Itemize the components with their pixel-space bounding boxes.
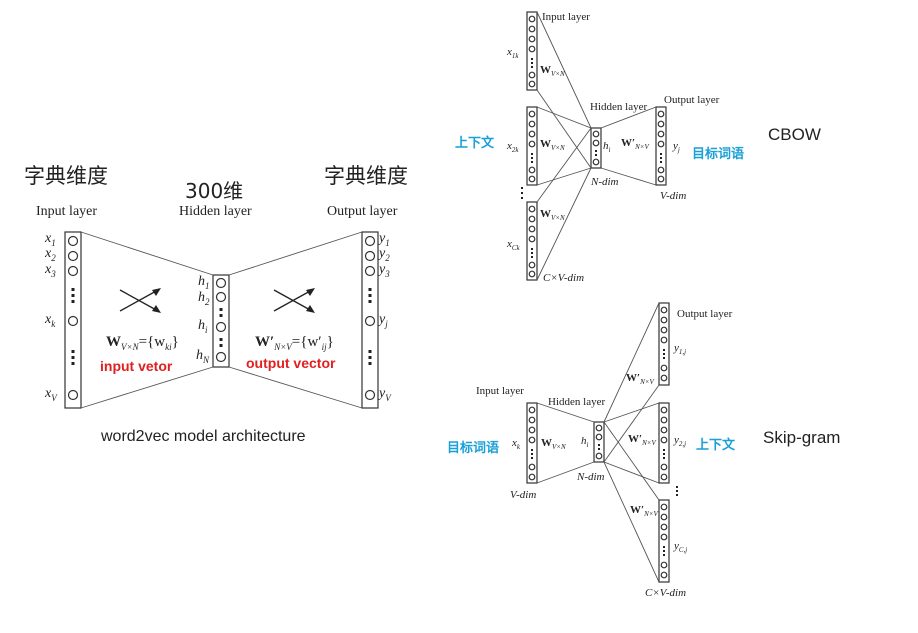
skipgram-output-vector-c	[658, 499, 670, 583]
skipgram-y1-label: y1,j	[674, 342, 687, 357]
skipgram-ndim-label: N-dim	[577, 471, 605, 483]
skipgram-target-label: 目标词语	[447, 441, 500, 456]
skipgram-cvdim-label: C×V-dim	[645, 587, 687, 599]
skipgram-title: Skip-gram	[763, 428, 841, 447]
skipgram-wout-label-1: W′N×V	[626, 372, 654, 387]
skipgram-vdim-label: V-dim	[510, 489, 537, 501]
skipgram-h-label: hi	[581, 435, 589, 450]
skipgram-yc-label: yC,j	[674, 540, 688, 555]
skipgram-output-layer-label: Output layer	[677, 308, 733, 320]
skipgram-graphics	[526, 302, 678, 583]
skipgram-hidden-layer-label: Hidden layer	[548, 396, 606, 408]
skipgram-x-label: xk	[512, 437, 520, 452]
skipgram-w-label: WV×N	[541, 437, 566, 452]
skipgram-wout-label-2: W′N×V	[628, 433, 656, 448]
skipgram-y2-label: y2,j	[674, 434, 687, 449]
skipgram-input-layer-label: Input layer	[476, 385, 524, 397]
skipgram-output-vector-1	[658, 302, 670, 386]
skipgram-wout-label-c: W′N×V	[630, 504, 658, 519]
skipgram-context-label: 上下文	[696, 438, 736, 453]
